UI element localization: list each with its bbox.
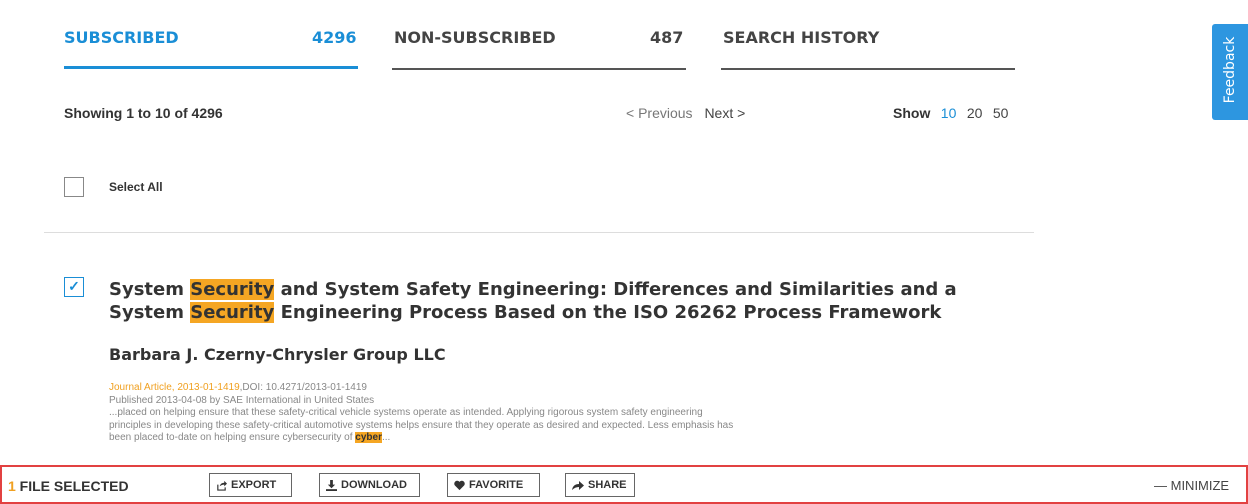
download-icon xyxy=(326,479,337,491)
pagination: < Previous Next > xyxy=(626,105,745,121)
tab-non-subscribed-underline xyxy=(392,68,686,70)
export-icon xyxy=(217,480,227,491)
tab-subscribed-count: 4296 xyxy=(312,28,357,47)
feedback-button[interactable]: Feedback xyxy=(1212,24,1248,120)
export-button[interactable]: EXPORT xyxy=(209,473,292,497)
result-type-link[interactable]: Journal Article, 2013-01-1419 xyxy=(109,382,240,393)
download-button[interactable]: DOWNLOAD xyxy=(319,473,420,497)
minimize-button[interactable]: — MINIMIZE xyxy=(1154,478,1229,493)
result-title-line-2: System Security Engineering Process Base… xyxy=(109,302,942,323)
results-summary: Showing 1 to 10 of 4296 xyxy=(64,105,223,121)
result-type-doi: Journal Article, 2013-01-1419,DOI: 10.42… xyxy=(109,382,367,393)
tab-non-subscribed-label: NON-SUBSCRIBED xyxy=(394,28,556,47)
file-selected-count: 1 FILE SELECTED xyxy=(8,478,129,494)
share-icon xyxy=(572,480,584,490)
tab-subscribed-underline xyxy=(64,66,358,69)
result-snippet-line-3: been placed to-date on helping ensure cy… xyxy=(109,432,391,443)
tab-search-history-underline xyxy=(721,68,1015,70)
select-all-checkbox[interactable] xyxy=(64,177,84,197)
tab-search-history-label: SEARCH HISTORY xyxy=(723,28,880,47)
result-snippet-line-2: principles in developing these safety-cr… xyxy=(109,419,734,431)
page-size-option-50[interactable]: 50 xyxy=(993,105,1009,121)
heart-icon xyxy=(454,480,465,490)
result-author: Barbara J. Czerny-Chrysler Group LLC xyxy=(109,345,446,364)
tab-non-subscribed[interactable]: NON-SUBSCRIBED 487 xyxy=(392,28,686,70)
tab-subscribed[interactable]: SUBSCRIBED 4296 xyxy=(64,28,358,70)
result-checkbox[interactable]: ✓ xyxy=(64,277,84,297)
tab-subscribed-label: SUBSCRIBED xyxy=(64,28,179,47)
feedback-label: Feedback xyxy=(1222,36,1238,104)
result-title[interactable]: System Security and System Safety Engine… xyxy=(109,278,1009,324)
highlight-security: Security xyxy=(190,302,275,323)
next-link[interactable]: Next > xyxy=(704,105,745,121)
selection-bar: 1 FILE SELECTED EXPORT DOWNLOAD FAVORITE… xyxy=(0,465,1248,504)
result-published: Published 2013-04-08 by SAE Internationa… xyxy=(109,394,375,406)
highlight-cyber: cyber xyxy=(355,432,382,443)
page-size-option-10[interactable]: 10 xyxy=(941,105,957,121)
list-divider xyxy=(44,232,1034,233)
page-size-label: Show xyxy=(893,105,931,121)
page-size-selector: Show 10 20 50 xyxy=(893,105,1008,123)
favorite-button[interactable]: FAVORITE xyxy=(447,473,540,497)
tab-search-history[interactable]: SEARCH HISTORY xyxy=(721,28,1015,70)
tab-non-subscribed-count: 487 xyxy=(650,28,684,47)
highlight-security: Security xyxy=(190,279,275,300)
previous-link[interactable]: < Previous xyxy=(626,105,693,121)
select-all-label: Select All xyxy=(109,180,163,194)
share-button[interactable]: SHARE xyxy=(565,473,635,497)
page-size-option-20[interactable]: 20 xyxy=(967,105,983,121)
result-meta: Journal Article, 2013-01-1419,DOI: 10.42… xyxy=(109,382,1009,445)
result-title-line-1: System Security and System Safety Engine… xyxy=(109,279,957,300)
result-snippet-line-1: ...placed on helping ensure that these s… xyxy=(109,407,703,418)
